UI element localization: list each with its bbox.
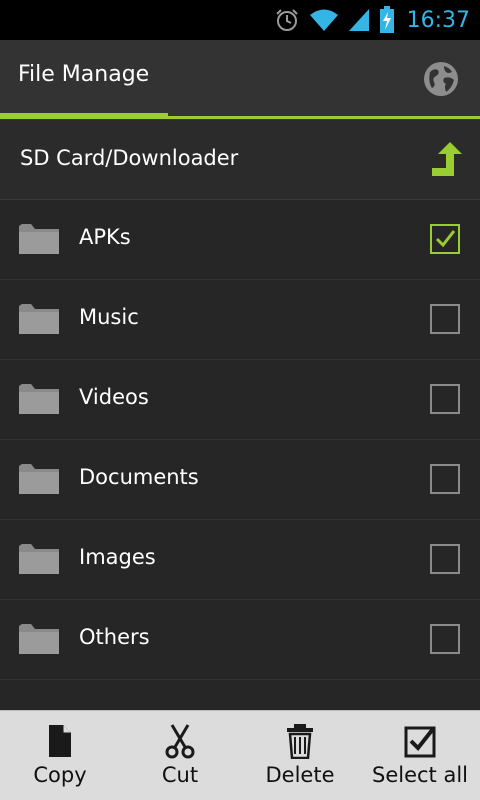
file-name: Music	[79, 305, 139, 329]
list-item[interactable]: Images	[0, 520, 480, 600]
folder-icon	[18, 460, 60, 496]
status-bar: 16:37	[0, 0, 480, 40]
file-name: Videos	[79, 385, 149, 409]
select-all-label: Select all	[372, 763, 468, 787]
delete-label: Delete	[265, 763, 335, 787]
folder-icon	[18, 220, 60, 256]
wifi-icon	[309, 7, 339, 33]
select-all-button[interactable]: Select all	[360, 711, 480, 800]
file-name: Images	[79, 545, 156, 569]
checkbox[interactable]	[430, 304, 460, 334]
tab-indicator	[0, 113, 480, 119]
file-name: APKs	[79, 225, 131, 249]
folder-icon	[18, 540, 60, 576]
action-bar: File Manage	[0, 40, 480, 120]
checkbox[interactable]	[430, 544, 460, 574]
file-name: Others	[79, 625, 150, 649]
cut-label: Cut	[161, 763, 199, 787]
folder-icon	[18, 300, 60, 336]
list-item[interactable]: APKs	[0, 200, 480, 280]
folder-icon	[18, 380, 60, 416]
checkbox-checked-icon	[403, 723, 437, 759]
up-folder-icon[interactable]	[430, 140, 464, 180]
signal-icon	[347, 7, 371, 33]
trash-icon	[283, 723, 317, 760]
current-path: SD Card/Downloader	[20, 146, 239, 170]
list-item[interactable]: Others	[0, 600, 480, 680]
list-item[interactable]: Music	[0, 280, 480, 360]
list-item[interactable]: Documents	[0, 440, 480, 520]
globe-icon[interactable]	[422, 60, 460, 98]
app-title: File Manage	[18, 62, 150, 87]
scissors-icon	[163, 723, 197, 759]
copy-label: Copy	[33, 763, 87, 787]
file-list: APKs Music Videos Documents Images Other…	[0, 200, 480, 710]
checkbox[interactable]	[430, 384, 460, 414]
path-row: SD Card/Downloader	[0, 120, 480, 200]
copy-icon	[43, 723, 77, 759]
file-name: Documents	[79, 465, 199, 489]
alarm-icon	[273, 6, 301, 34]
folder-icon	[18, 620, 60, 656]
checkbox[interactable]	[430, 224, 460, 254]
cut-button[interactable]: Cut	[120, 711, 240, 800]
battery-charging-icon	[379, 6, 395, 34]
delete-button[interactable]: Delete	[240, 711, 360, 800]
list-item[interactable]: Videos	[0, 360, 480, 440]
checkbox[interactable]	[430, 464, 460, 494]
copy-button[interactable]: Copy	[0, 711, 120, 800]
status-clock: 16:37	[406, 7, 470, 33]
bottom-action-bar: Copy Cut Delete Select all	[0, 710, 480, 800]
checkbox[interactable]	[430, 624, 460, 654]
